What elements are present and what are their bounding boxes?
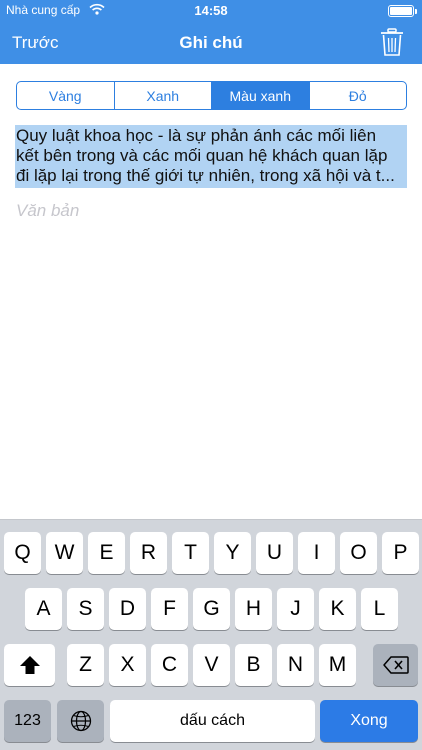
nav-title: Ghi chú [179, 33, 243, 52]
status-bar: Nhà cung cấp 14:58 [0, 0, 422, 22]
return-key[interactable]: Xong [320, 700, 418, 742]
color-segmented-control: Vàng Xanh Màu xanh Đỏ [16, 81, 407, 110]
return-key-label: Xong [350, 712, 388, 729]
key-z[interactable]: Z [67, 644, 104, 686]
clock: 14:58 [194, 3, 228, 18]
key-c[interactable]: C [151, 644, 188, 686]
key-a[interactable]: A [25, 588, 62, 630]
key-o[interactable]: O [340, 532, 377, 574]
key-g[interactable]: G [193, 588, 230, 630]
segment-mau-xanh[interactable]: Màu xanh [212, 82, 310, 109]
key-s[interactable]: S [67, 588, 104, 630]
key-d[interactable]: D [109, 588, 146, 630]
numbers-key[interactable]: 123 [4, 700, 51, 742]
key-p[interactable]: P [382, 532, 419, 574]
note-line: kết bên trong và các mối quan hệ khách q… [16, 146, 388, 165]
segment-vang[interactable]: Vàng [17, 82, 115, 109]
key-r[interactable]: R [130, 532, 167, 574]
key-m[interactable]: M [319, 644, 356, 686]
battery-level [390, 7, 412, 15]
trash-icon[interactable] [380, 28, 404, 57]
space-key-label: dấu cách [180, 712, 245, 729]
key-n[interactable]: N [277, 644, 314, 686]
key-x[interactable]: X [109, 644, 146, 686]
key-j[interactable]: J [277, 588, 314, 630]
segment-xanh[interactable]: Xanh [115, 82, 212, 109]
note-text-field[interactable]: Quy luật khoa học - là sự phản ánh các m… [15, 125, 407, 188]
key-h[interactable]: H [235, 588, 272, 630]
key-q[interactable]: Q [4, 532, 41, 574]
key-b[interactable]: B [235, 644, 272, 686]
shift-key[interactable] [4, 644, 55, 686]
space-key[interactable]: dấu cách [110, 700, 315, 742]
key-i[interactable]: I [298, 532, 335, 574]
key-k[interactable]: K [319, 588, 356, 630]
battery-tip [415, 9, 417, 14]
key-t[interactable]: T [172, 532, 209, 574]
battery-icon [388, 5, 417, 17]
numbers-key-label: 123 [14, 712, 41, 729]
delete-key[interactable] [373, 644, 418, 686]
key-u[interactable]: U [256, 532, 293, 574]
back-button[interactable]: Trước [12, 33, 58, 53]
key-e[interactable]: E [88, 532, 125, 574]
note-line: đi lặp lại trong thế giới tự nhiên, tron… [16, 166, 395, 185]
delete-icon [382, 656, 409, 674]
key-l[interactable]: L [361, 588, 398, 630]
keyboard: Q W E R T Y U I O P A S D F G H J K L Z … [0, 519, 422, 750]
segment-do[interactable]: Đỏ [310, 82, 407, 109]
key-y[interactable]: Y [214, 532, 251, 574]
key-v[interactable]: V [193, 644, 230, 686]
key-w[interactable]: W [46, 532, 83, 574]
header: Nhà cung cấp 14:58 Trước Ghi chú [0, 0, 422, 64]
globe-icon [70, 710, 91, 732]
key-f[interactable]: F [151, 588, 188, 630]
globe-key[interactable] [57, 700, 104, 742]
body-placeholder[interactable]: Văn bản [16, 201, 79, 221]
shift-icon [19, 656, 40, 674]
note-line: Quy luật khoa học - là sự phản ánh các m… [16, 126, 377, 145]
